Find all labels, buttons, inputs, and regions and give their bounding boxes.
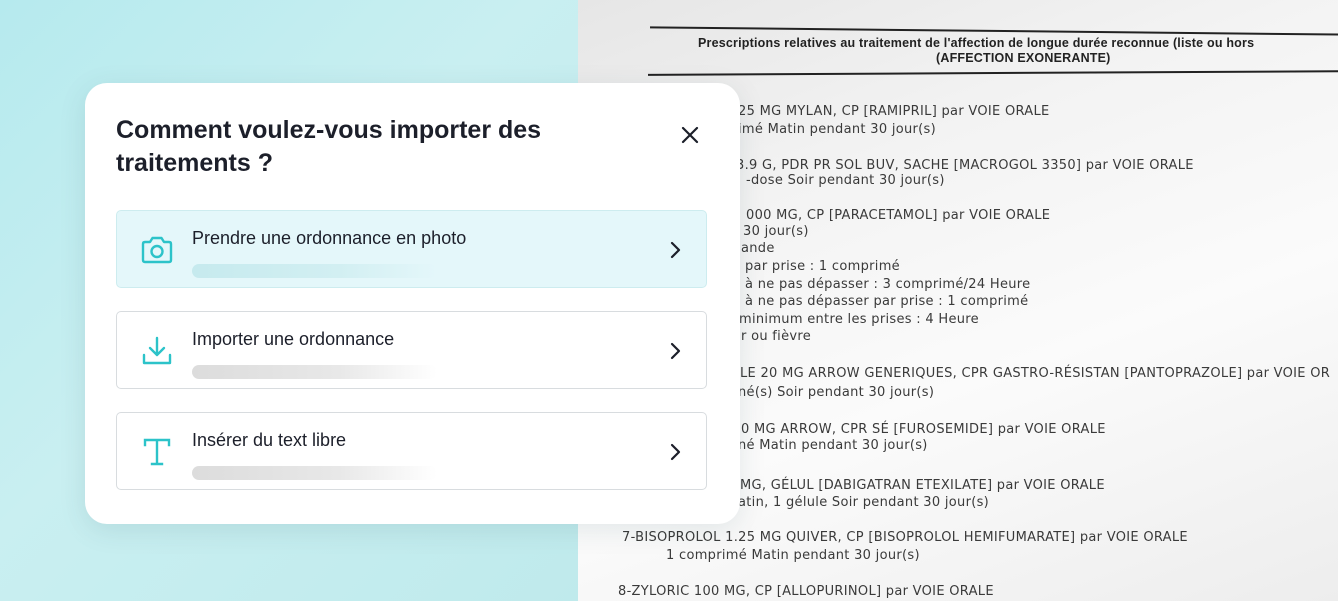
option-description-placeholder (192, 466, 437, 480)
option-description-placeholder (192, 365, 437, 379)
prescription-line: -dose Soir pendant 30 jour(s) (746, 173, 945, 188)
header-rule-bottom (647, 70, 1338, 76)
option-import-prescription[interactable]: Importer une ordonnance (116, 311, 707, 389)
option-label: Prendre une ordonnance en photo (192, 228, 467, 248)
prescription-line: 8-ZYLORIC 100 MG, CP [ALLOPURINOL] par V… (618, 584, 994, 599)
prescription-line: minimum entre les prises : 4 Heure (739, 312, 979, 327)
header-rule-top (650, 26, 1338, 36)
prescription-line: à ne pas dépasser par prise : 1 comprimé (745, 294, 1029, 309)
prescription-header-line1: Prescriptions relatives au traitement de… (698, 36, 1255, 50)
prescription-line: 000 MG, CP [PARACETAMOL] par VOIE ORALE (746, 208, 1051, 223)
prescription-line: à ne pas dépasser : 3 comprimé/24 Heure (745, 277, 1031, 292)
option-label: Insérer du text libre (192, 430, 347, 450)
prescription-header: Prescriptions relatives au traitement de… (698, 36, 1338, 66)
close-icon (681, 126, 699, 144)
text-icon (137, 435, 177, 469)
prescription-line: MG, GÉLUL [DABIGATRAN ETEXILATE] par VOI… (740, 478, 1105, 493)
option-description-placeholder (192, 264, 437, 278)
option-take-photo[interactable]: Prendre une ordonnance en photo (116, 210, 707, 288)
prescription-line: LE 20 MG ARROW GENERIQUES, CPR GASTRO-RÉ… (740, 366, 1331, 381)
prescription-line: atin, 1 gélule Soir pendant 30 jour(s) (738, 495, 990, 510)
prescription-line: 1 comprimé Matin pendant 30 jour(s) (666, 548, 920, 563)
chevron-right-icon (665, 441, 685, 463)
download-icon (137, 334, 177, 368)
prescription-line: 7-BISOPROLOL 1.25 MG QUIVER, CP [BISOPRO… (622, 530, 1188, 545)
prescription-line: par prise : 1 comprimé (745, 259, 900, 274)
close-button[interactable] (675, 120, 705, 150)
dialog-title: Comment voulez-vous importer des traitem… (116, 116, 542, 177)
prescription-line: r ou fièvre (741, 329, 812, 344)
prescription-header-line2: (AFFECTION EXONERANTE) (936, 51, 1111, 65)
option-label: Importer une ordonnance (192, 329, 395, 349)
prescription-line: imé Matin pendant 30 jour(s) (738, 122, 936, 137)
prescription-line: 30 jour(s) (743, 224, 809, 239)
camera-icon (137, 233, 177, 267)
import-treatments-dialog: Comment voulez-vous importer des traitem… (85, 83, 740, 524)
prescription-line: 25 MG MYLAN, CP [RAMIPRIL] par VOIE ORAL… (738, 104, 1050, 119)
prescription-line: 3.9 G, PDR PR SOL BUV, SACHE [MACROGOL 3… (736, 158, 1194, 173)
prescription-line: 0 MG ARROW, CPR SÉ [FUROSEMIDE] par VOIE… (741, 422, 1106, 437)
prescription-line: né Matin pendant 30 jour(s) (738, 438, 928, 453)
prescription-line: né(s) Soir pendant 30 jour(s) (738, 385, 935, 400)
prescription-line: ande (741, 241, 775, 256)
chevron-right-icon (665, 340, 685, 362)
chevron-right-icon (665, 239, 685, 261)
option-free-text[interactable]: Insérer du text libre (116, 412, 707, 490)
